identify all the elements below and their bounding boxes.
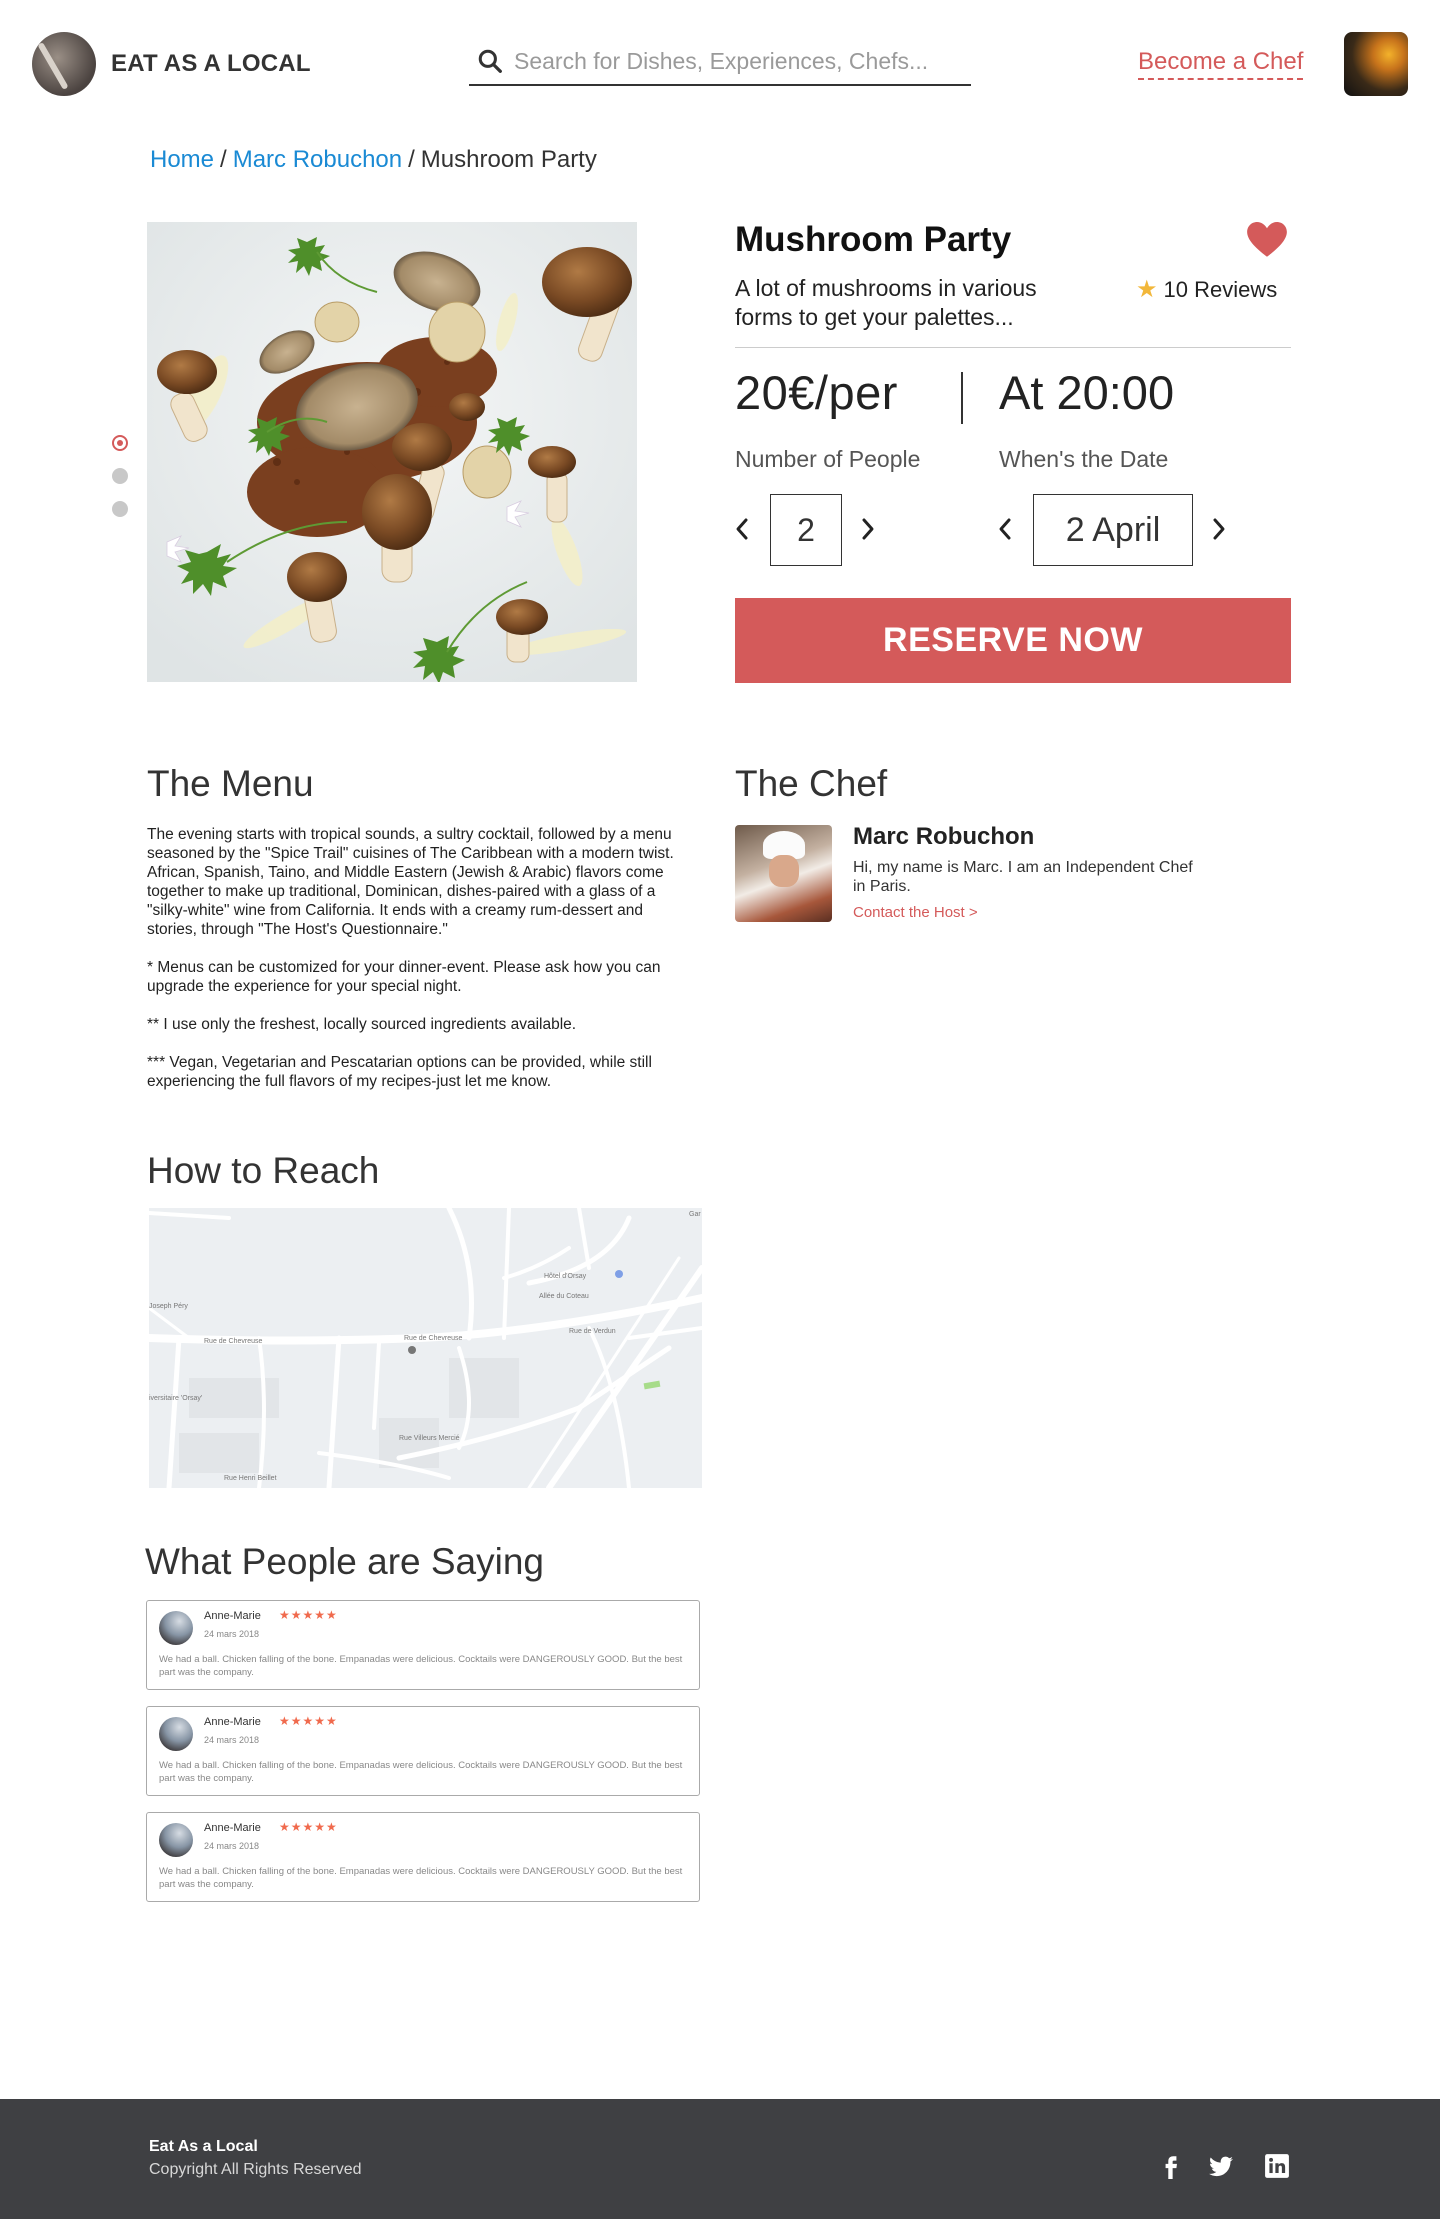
carousel-dot-3[interactable] [112, 501, 128, 517]
map-label: Rue Villeurs Mercié [399, 1435, 460, 1442]
review-stars: ★★★★★ [279, 1820, 338, 1834]
user-avatar[interactable] [1344, 32, 1408, 96]
map[interactable]: Hôtel d'Orsay Allée du Coteau Rue de Che… [149, 1208, 702, 1488]
menu-note: * Menus can be customized for your dinne… [147, 959, 661, 995]
product-description: A lot of mushrooms in various forms to g… [735, 275, 1037, 330]
breadcrumb-chef[interactable]: Marc Robuchon [233, 146, 402, 173]
breadcrumb-separator: / [220, 146, 227, 173]
testimonials-heading: What People are Saying [145, 1541, 545, 1582]
twitter-icon[interactable] [1208, 2153, 1234, 2179]
reviewer-name: Anne-Marie [204, 1716, 261, 1728]
reviewer-avatar [159, 1611, 193, 1645]
review-stars: ★★★★★ [279, 1608, 338, 1622]
people-count-field[interactable]: 2 [770, 494, 842, 566]
chef-heading: The Chef [735, 763, 888, 804]
map-label: Gar [689, 1211, 701, 1218]
search-icon [478, 49, 502, 73]
chef-name[interactable]: Marc Robuchon [853, 823, 1034, 851]
logo-avatar[interactable] [32, 32, 96, 96]
chef-bio: Hi, my name is Marc. I am an Independent… [853, 859, 1193, 895]
people-decrease-icon[interactable] [734, 517, 750, 541]
reviewer-name: Anne-Marie [204, 1822, 261, 1834]
review-text: We had a ball. Chicken falling of the bo… [159, 1866, 683, 1890]
review-text: We had a ball. Chicken falling of the bo… [159, 1654, 683, 1678]
map-label: Allée du Coteau [539, 1293, 589, 1300]
price: 20€/per [735, 366, 898, 419]
map-label: Rue Henri Beillet [224, 1475, 277, 1482]
facebook-icon[interactable] [1158, 2153, 1184, 2179]
map-label: Rue de Verdun [569, 1328, 616, 1335]
review-date: 24 mars 2018 [204, 1841, 260, 1851]
footer-copyright: Copyright All Rights Reserved [149, 2161, 362, 2178]
review-stars: ★★★★★ [279, 1714, 338, 1728]
map-label: Joseph Péry [149, 1303, 188, 1310]
reach-heading: How to Reach [147, 1150, 380, 1191]
review-card: Anne-Marie ★★★★★ 24 mars 2018 We had a b… [146, 1812, 700, 1902]
linkedin-icon[interactable] [1264, 2153, 1290, 2179]
map-label: Hôtel d'Orsay [544, 1273, 587, 1280]
date-previous-icon[interactable] [997, 517, 1013, 541]
price-time-divider [961, 372, 963, 424]
contact-host-link[interactable]: Contact the Host > [853, 904, 978, 921]
star-icon: ★ [1136, 276, 1158, 303]
menu-description: The evening starts with tropical sounds,… [147, 825, 697, 1110]
menu-heading: The Menu [147, 763, 314, 804]
menu-note: ** I use only the freshest, locally sour… [147, 1016, 577, 1033]
breadcrumb: Home / Marc Robuchon / Mushroom Party [150, 146, 597, 174]
reserve-now-button[interactable]: RESERVE NOW [735, 598, 1291, 683]
footer-brand: Eat As a Local [149, 2138, 258, 2155]
carousel-dot-2[interactable] [112, 468, 128, 484]
map-label: Rue de Chevreuse [204, 1338, 262, 1345]
reviewer-avatar [159, 1717, 193, 1751]
reviews-count: 10 Reviews [1163, 277, 1278, 302]
review-text: We had a ball. Chicken falling of the bo… [159, 1760, 683, 1784]
date-field[interactable]: 2 April [1033, 494, 1193, 566]
map-label: Rue de Chevreuse [404, 1335, 462, 1342]
reviewer-avatar [159, 1823, 193, 1857]
review-card: Anne-Marie ★★★★★ 24 mars 2018 We had a b… [146, 1600, 700, 1690]
review-card: Anne-Marie ★★★★★ 24 mars 2018 We had a b… [146, 1706, 700, 1796]
review-date: 24 mars 2018 [204, 1629, 260, 1639]
review-date: 24 mars 2018 [204, 1735, 260, 1745]
brand-name[interactable]: EAT AS A LOCAL [111, 50, 311, 78]
menu-paragraph: The evening starts with tropical sounds,… [147, 826, 674, 938]
reviewer-name: Anne-Marie [204, 1610, 261, 1622]
map-label: iversitaire 'Orsay' [149, 1395, 202, 1402]
carousel-dots [112, 435, 130, 534]
date-label: When's the Date [999, 446, 1169, 472]
people-increase-icon[interactable] [860, 517, 876, 541]
people-label: Number of People [735, 446, 921, 472]
date-next-icon[interactable] [1211, 517, 1227, 541]
menu-note: *** Vegan, Vegetarian and Pescatarian op… [147, 1054, 652, 1090]
breadcrumb-separator: / [408, 146, 415, 173]
product-title: Mushroom Party [735, 220, 1012, 259]
carousel-dot-1[interactable] [112, 435, 128, 451]
dish-image [147, 222, 637, 682]
heart-icon[interactable] [1247, 222, 1287, 258]
reviews-link[interactable]: ★ 10 Reviews [1136, 275, 1277, 304]
breadcrumb-home[interactable]: Home [150, 146, 214, 173]
chef-photo[interactable] [735, 825, 832, 922]
search-bar[interactable] [469, 42, 971, 86]
become-chef-link[interactable]: Become a Chef [1138, 48, 1304, 80]
event-time: At 20:00 [999, 366, 1175, 419]
search-input[interactable] [514, 46, 964, 76]
divider [735, 347, 1291, 348]
breadcrumb-current: Mushroom Party [420, 146, 597, 173]
